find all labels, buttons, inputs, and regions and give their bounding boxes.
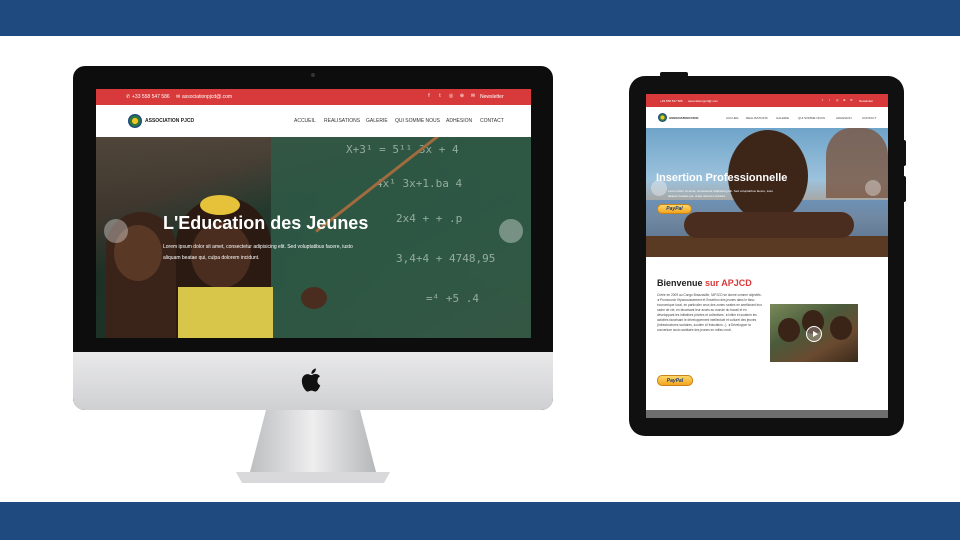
newsletter-link[interactable]: Newsletter <box>480 94 504 100</box>
footer-strip <box>646 410 888 418</box>
pinterest-icon[interactable]: ⊕ <box>459 93 465 100</box>
yellow-shirt <box>178 287 273 338</box>
paypal-donate-button[interactable]: PayPal <box>657 204 692 214</box>
hero-title: L'Education des Jeunes <box>163 213 369 233</box>
welcome-title: Bienvenue sur APJCD <box>657 278 752 288</box>
email-address[interactable]: associationpjcd@.com <box>182 94 232 100</box>
hero-subtitle: Lorem ipsum dolor sit amet, consectetur … <box>163 244 353 261</box>
slider-next-button[interactable] <box>865 180 881 196</box>
child-face <box>830 316 852 340</box>
mail-social-icon[interactable]: ✉ <box>470 93 476 100</box>
mail-social-icon[interactable]: ✉ <box>850 98 854 103</box>
nav-item-accueil[interactable]: ACCUEIL <box>294 118 316 124</box>
hero-title: Insertion Professionnelle <box>656 172 788 184</box>
instagram-icon[interactable]: ◎ <box>836 98 840 103</box>
newsletter-link[interactable]: Newsletter <box>859 99 873 103</box>
logo-text[interactable]: ASSOCIATION PJCD <box>669 116 698 120</box>
instagram-icon[interactable]: ◎ <box>448 93 454 100</box>
phone-number: +33 558 547 586 <box>660 99 683 103</box>
slider-next-button[interactable] <box>499 219 523 243</box>
welcome-title-accent: sur APJCD <box>705 278 752 288</box>
child-arms <box>684 212 854 238</box>
desktop-hero-slider: X+3¹ = 5¹¹ 3x + 4 4x¹ 3x+1.ba 4 2x4 + + … <box>96 137 531 338</box>
nav-item-realisations[interactable]: REALISATIONS <box>746 116 768 120</box>
chalk-line: X+3¹ = 5¹¹ 3x + 4 <box>346 143 459 156</box>
welcome-paragraph: Créée en 2009 au Congo Brazzaville, l'AP… <box>657 293 763 332</box>
paypal-label: PayPal <box>666 206 683 212</box>
nav-item-contact[interactable]: CONTACT <box>480 118 504 124</box>
desktop-topbar: ✆ +33 558 547 586 ✉ associationpjcd@.com… <box>96 89 531 105</box>
chalk-line: 3,4+4 + 4748,95 <box>396 252 496 265</box>
welcome-title-start: Bienvenue <box>657 278 703 288</box>
twitter-icon[interactable]: t <box>437 93 443 100</box>
camera-dot <box>311 73 315 77</box>
pinterest-icon[interactable]: ⊕ <box>843 98 847 103</box>
nav-item-adhesion[interactable]: ADHESION <box>836 116 852 120</box>
slider-prev-button[interactable] <box>104 219 128 243</box>
chalk-line: 2x4 + + .p <box>396 212 463 225</box>
nav-item-contact[interactable]: CONTACT <box>862 116 876 120</box>
phone-number: +33 558 547 586 <box>132 94 170 100</box>
nav-item-realisations[interactable]: REALISATIONS <box>324 118 360 124</box>
child-hand <box>301 287 327 309</box>
nav-item-qui-somme-nous[interactable]: QUI SOMME NOUS <box>798 116 825 120</box>
facebook-icon[interactable]: f <box>426 93 432 100</box>
hero-subtitle: Lorem dolor sit amet, consectetur adipis… <box>668 189 774 198</box>
school-desk <box>646 236 888 257</box>
nav-item-galerie[interactable]: GALERIE <box>776 116 789 120</box>
mail-icon: ✉ <box>176 94 181 100</box>
nav-item-qui-somme-nous[interactable]: QUI SOMME NOUS <box>395 118 440 124</box>
tablet-topbar: +33 558 547 586 associationpjcd@.com f t… <box>646 94 888 107</box>
paypal-donate-button[interactable]: PayPal <box>657 375 693 386</box>
paypal-label: PayPal <box>666 378 684 384</box>
tablet-navbar: ASSOCIATION PJCD ACCUEIL REALISATIONS GA… <box>646 107 888 128</box>
video-thumbnail[interactable] <box>770 304 858 362</box>
nav-item-galerie[interactable]: GALERIE <box>366 118 388 124</box>
association-logo-icon[interactable] <box>128 114 142 128</box>
phone-icon: ✆ <box>126 94 131 100</box>
hair-bow <box>200 195 240 215</box>
association-logo-icon[interactable] <box>658 113 667 122</box>
email-address[interactable]: associationpjcd@.com <box>688 99 718 103</box>
logo-text[interactable]: ASSOCIATION PJCD <box>145 118 194 124</box>
apple-logo-icon <box>301 368 321 392</box>
facebook-icon[interactable]: f <box>822 98 826 103</box>
desktop-website-screen: ✆ +33 558 547 586 ✉ associationpjcd@.com… <box>96 89 531 338</box>
child-face <box>778 318 800 342</box>
tablet-hero-slider: Insertion Professionnelle Lorem dolor si… <box>646 128 888 257</box>
play-icon[interactable] <box>806 326 822 342</box>
bottom-banner <box>0 502 960 540</box>
nav-item-adhesion[interactable]: ADHESION <box>446 118 472 124</box>
desktop-navbar: ASSOCIATION PJCD ACCUEIL REALISATIONS GA… <box>96 105 531 137</box>
chalk-line: 4x¹ 3x+1.ba 4 <box>376 177 463 190</box>
twitter-icon[interactable]: t <box>829 98 833 103</box>
tablet-website-screen: +33 558 547 586 associationpjcd@.com f t… <box>646 94 888 418</box>
chalk-line: =⁴ +5 .4 <box>426 292 479 305</box>
nav-item-accueil[interactable]: ACCUEIL <box>726 116 739 120</box>
